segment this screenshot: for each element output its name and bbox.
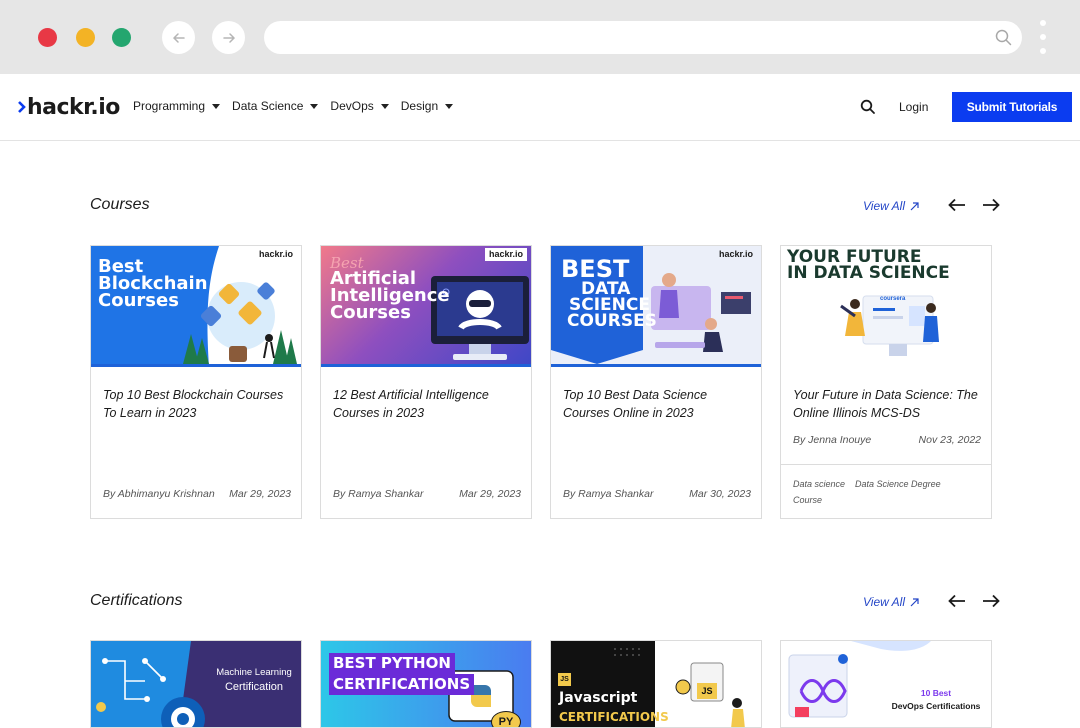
course-meta: By Abhimanyu Krishnan Mar 29, 2023 xyxy=(103,488,291,500)
thumbnail-headline: Machine Learning Certification xyxy=(216,667,292,693)
thumbnail-brand-tag: hackr.io xyxy=(718,249,753,259)
thumbnail-brand-tag: hackr.io xyxy=(484,248,527,261)
course-title[interactable]: 12 Best Artificial Intelligence Courses … xyxy=(333,386,523,422)
course-date: Mar 30, 2023 xyxy=(689,488,751,500)
certification-card[interactable]: JS Javascript CERTIFICATIONS JS xyxy=(550,640,762,728)
course-title[interactable]: Your Future in Data Science: The Online … xyxy=(793,386,983,422)
caret-down-icon xyxy=(380,103,389,109)
course-tags: Data science Data Science Degree Course xyxy=(793,476,983,508)
arrow-left-icon xyxy=(172,32,185,43)
thumbnail-headline: Best Blockchain Courses xyxy=(98,256,208,312)
course-author: By Ramya Shankar xyxy=(333,488,424,500)
python-badge: PY xyxy=(491,711,521,727)
certifications-prev-button[interactable] xyxy=(946,593,968,609)
course-card[interactable]: Best Blockchain Courses hackr.io Top 10 … xyxy=(90,245,302,519)
site-logo[interactable]: hackr.io xyxy=(17,90,120,124)
arrow-right-icon xyxy=(222,32,235,43)
certifications-view-all-link[interactable]: View All xyxy=(863,595,919,609)
course-meta: By Ramya Shankar Mar 29, 2023 xyxy=(333,488,521,500)
js-badge: JS xyxy=(697,683,717,699)
tag-link[interactable]: Course xyxy=(793,495,822,505)
course-card[interactable]: Best Artificial Intelligence Courses hac… xyxy=(320,245,532,519)
course-author: By Jenna Inouye xyxy=(793,434,872,446)
thumbnail-headline: 10 Best DevOps Certifications xyxy=(891,688,981,711)
maximize-window-icon[interactable] xyxy=(112,28,131,47)
certification-card[interactable]: 10 Best DevOps Certifications xyxy=(780,640,992,728)
main-menu: Programming Data Science DevOps Design xyxy=(133,99,465,113)
courses-next-button[interactable] xyxy=(980,197,1002,213)
thumbnail-headline: Best Artificial Intelligence Courses xyxy=(330,254,450,324)
certifications-section-title: Certifications xyxy=(90,592,183,609)
course-card[interactable]: YOUR FUTURE IN DATA SCIENCE coursera You… xyxy=(780,245,992,519)
thumbnail-brand-tag: coursera xyxy=(880,296,906,302)
course-author: By Ramya Shankar xyxy=(563,488,654,500)
coursera-illustration xyxy=(840,295,939,356)
thumbnail-brand-tag: hackr.io xyxy=(254,248,297,261)
browser-chrome xyxy=(0,0,1080,74)
devops-illustration xyxy=(788,641,931,718)
tag-link[interactable]: Data science xyxy=(793,479,845,489)
courses-prev-button[interactable] xyxy=(946,197,968,213)
js-badge: JS xyxy=(558,673,571,686)
arrow-left-icon xyxy=(948,594,965,608)
menu-data-science[interactable]: Data Science xyxy=(232,99,319,113)
arrow-right-icon xyxy=(983,198,1000,212)
courses-view-all-link[interactable]: View All xyxy=(863,199,919,213)
course-date: Mar 29, 2023 xyxy=(229,488,291,500)
menu-design[interactable]: Design xyxy=(401,99,454,113)
menu-devops[interactable]: DevOps xyxy=(330,99,389,113)
certification-thumbnail: Machine Learning Certification xyxy=(91,641,301,727)
course-meta: By Jenna Inouye Nov 23, 2022 xyxy=(793,434,981,446)
address-bar[interactable] xyxy=(264,21,1022,54)
certification-thumbnail: 10 Best DevOps Certifications xyxy=(781,641,991,727)
certification-thumbnail: BEST PYTHON CERTIFICATIONS PY xyxy=(321,641,531,727)
certification-card[interactable]: BEST PYTHON CERTIFICATIONS PY xyxy=(320,640,532,728)
caret-down-icon xyxy=(212,103,221,109)
caret-down-icon xyxy=(445,103,454,109)
browser-menu-icon[interactable] xyxy=(1040,20,1046,54)
course-thumbnail: Best Artificial Intelligence Courses hac… xyxy=(321,246,531,367)
course-date: Mar 29, 2023 xyxy=(459,488,521,500)
caret-down-icon xyxy=(310,103,319,109)
certification-card[interactable]: Machine Learning Certification xyxy=(90,640,302,728)
arrow-left-icon xyxy=(948,198,965,212)
search-icon[interactable] xyxy=(995,29,1012,46)
close-window-icon[interactable] xyxy=(38,28,57,47)
course-author: By Abhimanyu Krishnan xyxy=(103,488,215,500)
logo-chevron-icon xyxy=(18,101,26,113)
search-icon[interactable] xyxy=(860,99,876,115)
thumbnail-headline: Javascript CERTIFICATIONS xyxy=(559,690,669,724)
minimize-window-icon[interactable] xyxy=(76,28,95,47)
external-arrow-icon xyxy=(910,201,919,210)
course-date: Nov 23, 2022 xyxy=(918,434,981,446)
back-button[interactable] xyxy=(162,21,195,54)
thumbnail-headline: BEST DATA SCIENCE COURSES xyxy=(561,255,657,332)
external-arrow-icon xyxy=(910,597,919,606)
certification-thumbnail: JS Javascript CERTIFICATIONS JS xyxy=(551,641,761,727)
course-title[interactable]: Top 10 Best Blockchain Courses To Learn … xyxy=(103,386,293,422)
course-meta: By Ramya Shankar Mar 30, 2023 xyxy=(563,488,751,500)
login-link[interactable]: Login xyxy=(899,100,928,114)
site-header: hackr.io Programming Data Science DevOps… xyxy=(0,74,1080,141)
course-thumbnail: YOUR FUTURE IN DATA SCIENCE coursera xyxy=(781,246,991,367)
certifications-next-button[interactable] xyxy=(980,593,1002,609)
arrow-right-icon xyxy=(983,594,1000,608)
courses-section-title: Courses xyxy=(90,196,150,213)
course-thumbnail: Best Blockchain Courses hackr.io xyxy=(91,246,301,367)
course-thumbnail: BEST DATA SCIENCE COURSES hackr.io xyxy=(551,246,761,367)
tag-link[interactable]: Data Science Degree xyxy=(855,479,941,489)
thumbnail-headline: BEST PYTHON CERTIFICATIONS xyxy=(329,653,475,695)
course-title[interactable]: Top 10 Best Data Science Courses Online … xyxy=(563,386,753,422)
forward-button[interactable] xyxy=(212,21,245,54)
submit-tutorials-button[interactable]: Submit Tutorials xyxy=(952,92,1072,122)
course-card[interactable]: BEST DATA SCIENCE COURSES hackr.io Top 1… xyxy=(550,245,762,519)
menu-programming[interactable]: Programming xyxy=(133,99,221,113)
logo-text: hackr.io xyxy=(27,94,120,120)
